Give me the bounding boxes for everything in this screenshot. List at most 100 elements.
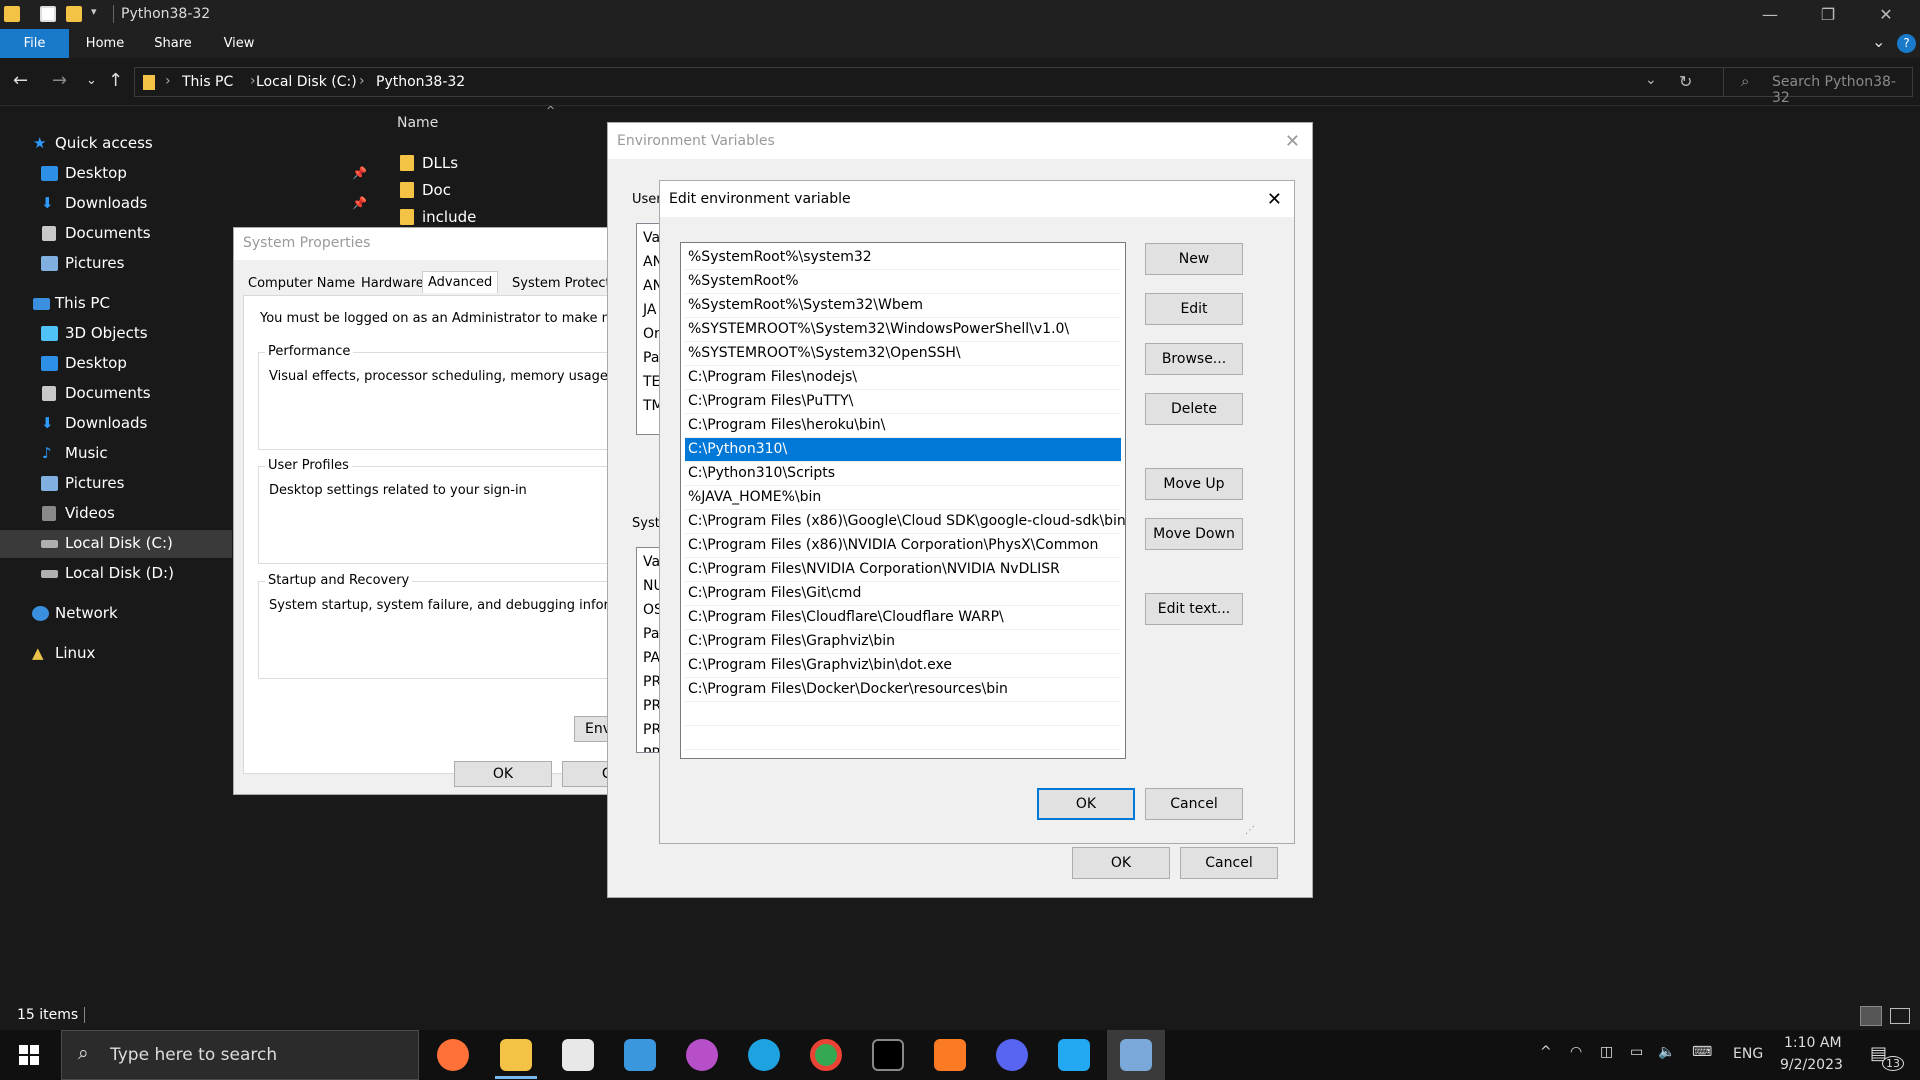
up-icon[interactable]: ↑ bbox=[108, 70, 123, 92]
help-icon[interactable]: ? bbox=[1897, 34, 1916, 53]
chrome-icon[interactable] bbox=[810, 1039, 842, 1071]
path-entry[interactable]: C:\Program Files\Git\cmd bbox=[685, 582, 1121, 606]
search-box[interactable]: ⌕ Search Python38-32 bbox=[1723, 67, 1913, 106]
close-icon[interactable]: ✕ bbox=[1267, 189, 1282, 210]
path-entry[interactable]: %SYSTEMROOT%\System32\WindowsPowerShell\… bbox=[685, 318, 1121, 342]
chevron-right-icon[interactable]: › bbox=[359, 73, 365, 89]
nav-this-pc[interactable]: This PC bbox=[0, 290, 232, 318]
chevron-right-icon[interactable]: › bbox=[250, 73, 256, 89]
resize-grip-icon[interactable]: ⋰ bbox=[1245, 825, 1255, 836]
clock-date[interactable]: 9/2/2023 bbox=[1780, 1057, 1843, 1073]
path-entry[interactable]: C:\Program Files\Graphviz\bin bbox=[685, 630, 1121, 654]
minimize-icon[interactable]: — bbox=[1742, 0, 1798, 29]
firefox-icon[interactable] bbox=[437, 1039, 469, 1071]
path-entry[interactable]: %SystemRoot% bbox=[685, 270, 1121, 294]
path-entry[interactable]: C:\Python310\Scripts bbox=[685, 462, 1121, 486]
wifi-icon[interactable]: ◠ bbox=[1570, 1044, 1582, 1060]
path-entry[interactable]: %SYSTEMROOT%\System32\OpenSSH\ bbox=[685, 342, 1121, 366]
breadcrumb-local-disk[interactable]: Local Disk (C:) bbox=[256, 74, 357, 90]
nav-linux[interactable]: ▲ Linux bbox=[0, 640, 232, 668]
column-header-name[interactable]: Name bbox=[397, 115, 438, 131]
move-up-button[interactable]: Move Up bbox=[1145, 468, 1243, 500]
properties-icon[interactable] bbox=[40, 6, 56, 22]
mail-icon[interactable] bbox=[624, 1039, 656, 1071]
tab-computer-name[interactable]: Computer Name bbox=[248, 276, 355, 291]
new-button[interactable]: New bbox=[1145, 243, 1243, 275]
move-down-button[interactable]: Move Down bbox=[1145, 518, 1243, 550]
nav-music[interactable]: ♪ Music bbox=[0, 440, 232, 468]
delete-button[interactable]: Delete bbox=[1145, 393, 1243, 425]
path-list[interactable]: %SystemRoot%\system32 %SystemRoot% %System… bbox=[680, 242, 1126, 759]
nav-local-disk-d[interactable]: Local Disk (D:) bbox=[0, 560, 232, 588]
taskbar-search-input[interactable]: Type here to search bbox=[110, 1045, 277, 1065]
tab-home[interactable]: Home bbox=[75, 29, 135, 58]
ok-button[interactable]: OK bbox=[454, 761, 552, 787]
path-entry[interactable]: C:\Program Files\Cloudflare\Cloudflare W… bbox=[685, 606, 1121, 630]
path-entry[interactable]: C:\Python310\ bbox=[685, 438, 1121, 462]
edge-icon[interactable] bbox=[748, 1039, 780, 1071]
pin-icon[interactable]: 📌 bbox=[352, 166, 367, 180]
nav-documents-qa[interactable]: Documents bbox=[0, 220, 232, 248]
browse-button[interactable]: Browse... bbox=[1145, 343, 1243, 375]
xampp-icon[interactable] bbox=[934, 1039, 966, 1071]
restore-icon[interactable]: ❐ bbox=[1800, 0, 1856, 29]
cancel-button[interactable]: Cancel bbox=[1145, 788, 1243, 820]
path-entry[interactable]: C:\Program Files\Docker\Docker\resources… bbox=[685, 678, 1121, 702]
path-entry-empty[interactable] bbox=[685, 726, 1121, 750]
discord-icon[interactable] bbox=[996, 1039, 1028, 1071]
clock-time[interactable]: 1:10 AM bbox=[1784, 1035, 1842, 1051]
usb-icon[interactable]: ◫ bbox=[1600, 1044, 1613, 1060]
path-entry[interactable]: C:\Program Files (x86)\NVIDIA Corporatio… bbox=[685, 534, 1121, 558]
pin-icon[interactable]: 📌 bbox=[352, 196, 367, 210]
nav-documents[interactable]: Documents bbox=[0, 380, 232, 408]
tab-hardware[interactable]: Hardware bbox=[361, 276, 424, 291]
path-entry[interactable]: C:\Program Files\Graphviz\bin\dot.exe bbox=[685, 654, 1121, 678]
ok-button[interactable]: OK bbox=[1037, 788, 1135, 820]
back-icon[interactable]: ← bbox=[13, 70, 28, 92]
edit-button[interactable]: Edit bbox=[1145, 293, 1243, 325]
nav-pictures-qa[interactable]: Pictures bbox=[0, 250, 232, 278]
path-entry[interactable]: C:\Program Files\NVIDIA Corporation\NVID… bbox=[685, 558, 1121, 582]
customize-qat-icon[interactable]: ▾ bbox=[91, 5, 97, 18]
path-entry[interactable]: %JAVA_HOME%\bin bbox=[685, 486, 1121, 510]
new-folder-icon[interactable] bbox=[66, 6, 82, 22]
nav-downloads-qa[interactable]: ⬇ Downloads 📌 bbox=[0, 190, 367, 218]
cancel-button[interactable]: Cancel bbox=[1180, 847, 1278, 879]
microsoft-store-icon[interactable] bbox=[562, 1039, 594, 1071]
taskbar-search-box[interactable]: ⌕ Type here to search bbox=[61, 1030, 419, 1080]
nav-local-disk-c[interactable]: Local Disk (C:) bbox=[0, 530, 232, 558]
terminal-icon[interactable] bbox=[872, 1039, 904, 1071]
battery-icon[interactable]: ▭ bbox=[1630, 1044, 1643, 1060]
keyboard-icon[interactable]: ⌨ bbox=[1692, 1044, 1712, 1060]
tab-advanced[interactable]: Advanced bbox=[422, 271, 499, 293]
nav-3d-objects[interactable]: 3D Objects bbox=[0, 320, 232, 348]
writer-icon[interactable] bbox=[686, 1039, 718, 1071]
large-icons-view-icon[interactable] bbox=[1890, 1008, 1910, 1024]
chevron-right-icon[interactable]: › bbox=[165, 73, 171, 89]
path-entry[interactable]: %SystemRoot%\System32\Wbem bbox=[685, 294, 1121, 318]
volume-icon[interactable]: 🔈 bbox=[1658, 1044, 1675, 1060]
language-indicator[interactable]: ENG bbox=[1733, 1046, 1763, 1062]
path-entry[interactable]: C:\Program Files\heroku\bin\ bbox=[685, 414, 1121, 438]
windows-start-icon[interactable] bbox=[19, 1045, 39, 1065]
details-view-icon[interactable] bbox=[1860, 1006, 1882, 1026]
ribbon-expand-icon[interactable]: ⌄ bbox=[1872, 32, 1885, 51]
breadcrumb-python[interactable]: Python38-32 bbox=[376, 74, 465, 90]
nav-desktop-qa[interactable]: Desktop 📌 bbox=[0, 160, 367, 188]
path-entry[interactable]: C:\Program Files\nodejs\ bbox=[685, 366, 1121, 390]
path-entry[interactable]: %SystemRoot%\system32 bbox=[685, 246, 1121, 270]
refresh-icon[interactable]: ↻ bbox=[1679, 72, 1692, 91]
tab-share[interactable]: Share bbox=[142, 29, 204, 58]
forward-icon[interactable]: → bbox=[52, 70, 67, 92]
tab-file[interactable]: File bbox=[0, 29, 69, 58]
path-entry[interactable]: C:\Program Files (x86)\Google\Cloud SDK\… bbox=[685, 510, 1126, 534]
show-hidden-icons-icon[interactable]: ^ bbox=[1540, 1044, 1552, 1060]
nav-videos[interactable]: Videos bbox=[0, 500, 232, 528]
nav-downloads[interactable]: ⬇ Downloads bbox=[0, 410, 232, 438]
ok-button[interactable]: OK bbox=[1072, 847, 1170, 879]
breadcrumb-this-pc[interactable]: This PC bbox=[182, 74, 233, 90]
path-entry-empty[interactable] bbox=[685, 702, 1121, 726]
system-properties-icon[interactable] bbox=[1120, 1039, 1152, 1071]
nav-network[interactable]: Network bbox=[0, 600, 232, 628]
nav-quick-access[interactable]: ★ Quick access bbox=[0, 130, 232, 158]
